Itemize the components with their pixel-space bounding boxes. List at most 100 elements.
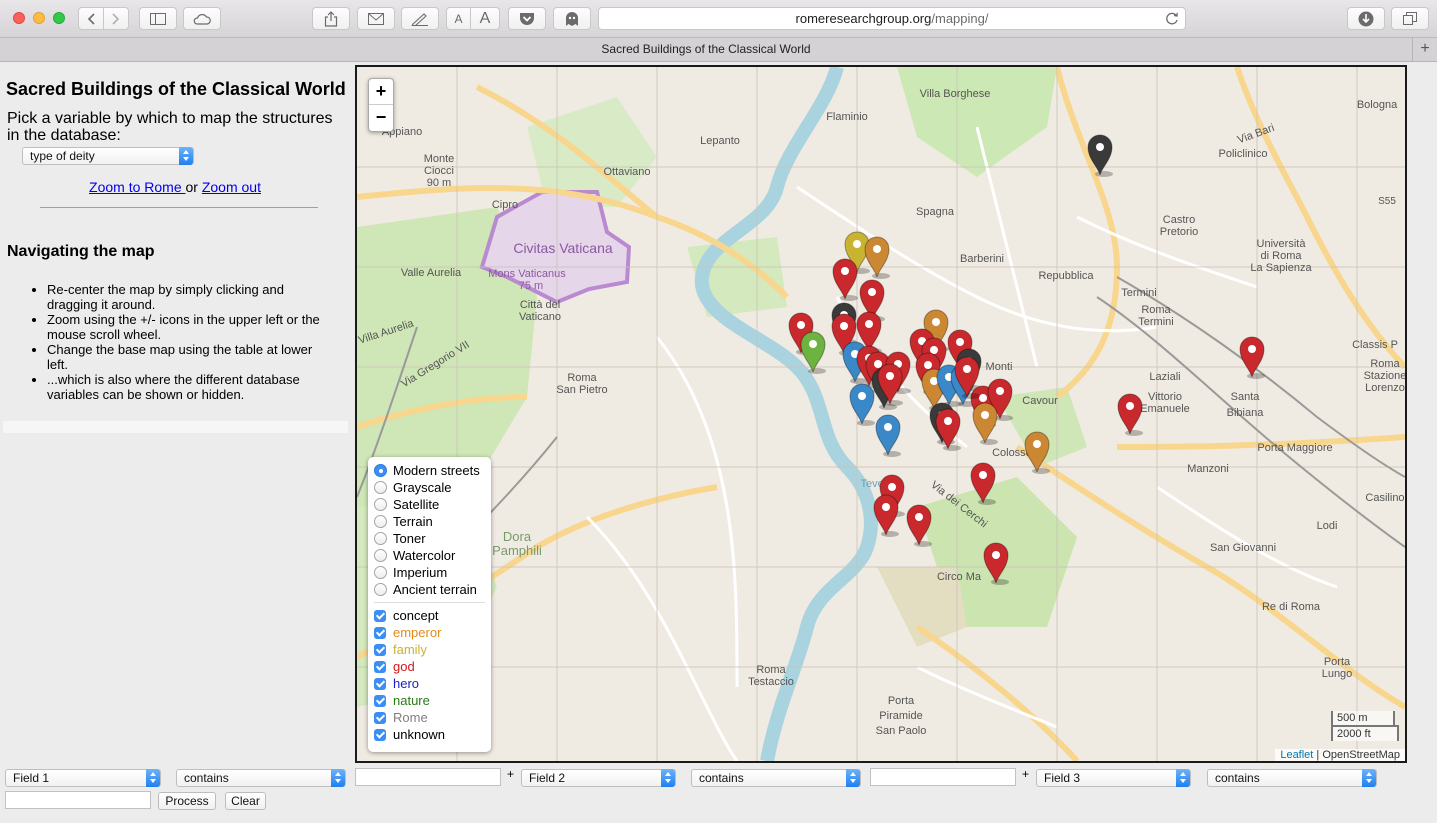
sidebar-icon (150, 12, 166, 25)
notes-button[interactable] (401, 7, 439, 30)
base-layer-option[interactable]: Terrain (374, 513, 491, 530)
leaflet-link[interactable]: Leaflet (1280, 749, 1313, 761)
value3-input[interactable] (5, 791, 151, 809)
navigation-item: Re-center the map by simply clicking and… (47, 282, 332, 312)
map-label: Ottaviano (603, 166, 650, 178)
map-label: 90 m (427, 177, 451, 189)
select-arrows-icon (1176, 769, 1190, 787)
url-domain: romeresearchgroup.org (795, 11, 932, 26)
map-label: Città del (520, 299, 560, 311)
field1-select[interactable]: Field 1 (5, 769, 161, 787)
map-label: Roma (1141, 304, 1171, 316)
map-label: San Giovanni (1210, 542, 1276, 554)
operator1-select[interactable]: contains (176, 769, 346, 787)
forward-button[interactable] (103, 7, 129, 30)
url-path: /mapping/ (931, 11, 989, 26)
map-label: Laziali (1149, 371, 1180, 383)
minimize-window-button[interactable] (33, 12, 45, 24)
map-label: Valle Aurelia (401, 267, 462, 279)
base-layer-option[interactable]: Imperium (374, 564, 491, 581)
map-label: Vaticano (519, 311, 561, 323)
map-label: Spagna (916, 206, 955, 218)
pencil-icon (411, 12, 428, 26)
download-icon (1358, 11, 1374, 26)
pocket-button[interactable] (508, 7, 546, 30)
map-label: Flaminio (826, 111, 868, 123)
map-label: Cipro (492, 199, 518, 211)
text-larger-button[interactable]: A (470, 7, 500, 30)
map-label: Pamphili (492, 543, 542, 558)
zoom-in-button[interactable]: + (369, 79, 393, 105)
map-label: Ciocci (424, 165, 454, 177)
overlay-option[interactable]: family (374, 641, 491, 658)
text-smaller-button[interactable]: A (446, 7, 471, 30)
base-layer-option[interactable]: Ancient terrain (374, 581, 491, 598)
layer-separator (374, 602, 485, 603)
zoom-links: Zoom to Rome or Zoom out (0, 179, 350, 195)
base-layer-option[interactable]: Satellite (374, 496, 491, 513)
reload-icon[interactable] (1165, 11, 1179, 26)
zoom-window-button[interactable] (53, 12, 65, 24)
radio-icon (374, 583, 387, 596)
base-layer-option[interactable]: Modern streets (374, 462, 491, 479)
sidebar-toggle-button[interactable] (139, 7, 177, 30)
select-arrows-icon (146, 769, 160, 787)
base-layer-option[interactable]: Toner (374, 530, 491, 547)
map-label: Porta Maggiore (1257, 442, 1332, 454)
overlay-option[interactable]: god (374, 658, 491, 675)
value2-input[interactable] (870, 768, 1016, 786)
icloud-tabs-button[interactable] (183, 7, 221, 30)
overlay-option[interactable]: Rome (374, 709, 491, 726)
checkbox-icon (374, 694, 386, 707)
overlay-option[interactable]: emperor (374, 624, 491, 641)
map-label: Lodi (1317, 520, 1338, 532)
overlay-option[interactable]: hero (374, 675, 491, 692)
plus-label: + (507, 767, 515, 781)
base-layer-option[interactable]: Watercolor (374, 547, 491, 564)
value1-input[interactable] (355, 768, 501, 786)
map-label: Roma (756, 664, 786, 676)
left-panel: Sacred Buildings of the Classical World … (0, 63, 350, 763)
tab-title[interactable]: Sacred Buildings of the Classical World (0, 38, 1412, 61)
map-label: Termini (1138, 316, 1173, 328)
overlay-option[interactable]: nature (374, 692, 491, 709)
field2-select[interactable]: Field 2 (521, 769, 676, 787)
map-label: Porta (888, 695, 915, 707)
radio-icon (374, 566, 387, 579)
navigation-list: Re-center the map by simply clicking and… (47, 282, 332, 402)
close-window-button[interactable] (13, 12, 25, 24)
mail-button[interactable] (357, 7, 395, 30)
zoom-out-link[interactable]: Zoom out (202, 179, 261, 195)
process-button[interactable]: Process (158, 792, 216, 810)
downloads-button[interactable] (1347, 7, 1385, 30)
share-button[interactable] (312, 7, 350, 30)
address-bar[interactable]: romeresearchgroup.org/mapping/ (598, 7, 1186, 30)
overlay-option[interactable]: concept (374, 607, 491, 624)
clear-button[interactable]: Clear (225, 792, 266, 810)
map-label: Piramide (879, 710, 922, 722)
map-label-vatican: Civitas Vaticana (513, 240, 613, 256)
map-label: Dora (503, 529, 532, 544)
ghostery-button[interactable] (553, 7, 591, 30)
cloud-icon (193, 13, 211, 25)
overlay-option[interactable]: unknown (374, 726, 491, 743)
map-label: Monti (986, 361, 1013, 373)
tab-bar: Sacred Buildings of the Classical World … (0, 38, 1437, 62)
checkbox-icon (374, 626, 386, 639)
map-canvas[interactable]: Villa Borghese Flaminio Bologna Appiano … (355, 65, 1407, 763)
field3-select[interactable]: Field 3 (1036, 769, 1191, 787)
variable-select[interactable]: type of deity (22, 147, 194, 165)
map-label: Manzoni (1187, 463, 1229, 475)
operator2-select[interactable]: contains (691, 769, 861, 787)
map-label: Classis P (1352, 339, 1398, 351)
checkbox-icon (374, 660, 386, 673)
zoom-to-rome-link[interactable]: Zoom to Rome (89, 179, 185, 195)
map-label: Mons Vaticanus (488, 268, 566, 280)
base-layer-option[interactable]: Grayscale (374, 479, 491, 496)
operator3-select[interactable]: contains (1207, 769, 1377, 787)
back-button[interactable] (78, 7, 104, 30)
zoom-out-button[interactable]: − (369, 105, 393, 131)
radio-icon (374, 515, 387, 528)
new-tab-button[interactable]: + (1412, 38, 1437, 61)
tab-overview-button[interactable] (1391, 7, 1429, 30)
